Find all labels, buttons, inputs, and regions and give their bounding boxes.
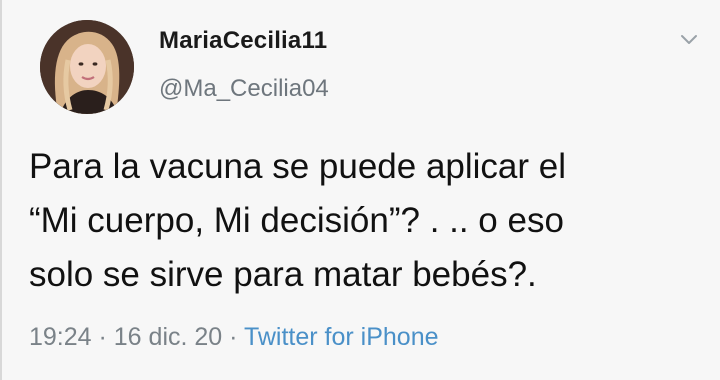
tweet-source-link[interactable]: Twitter for iPhone (244, 323, 439, 351)
display-name[interactable]: MariaCecilia11 (159, 27, 327, 55)
tweet-date[interactable]: 16 dic. 20 (114, 323, 222, 351)
tweet-text-line: solo se sirve para matar bebés?. (29, 255, 537, 294)
tweet-time[interactable]: 19:24 (29, 323, 92, 351)
chevron-down-icon[interactable] (678, 28, 700, 50)
user-handle[interactable]: @Ma_Cecilia04 (159, 75, 329, 103)
avatar[interactable] (40, 20, 134, 114)
tweet-text-line: “Mi cuerpo, Mi decisión”? . .. o eso (29, 201, 564, 240)
meta-separator: · (222, 323, 244, 351)
tweet-meta: 19:24 · 16 dic. 20 · Twitter for iPhone (29, 323, 439, 352)
meta-separator: · (91, 323, 114, 351)
tweet-text: Para la vacuna se puede aplicar el “Mi c… (29, 140, 709, 302)
profile-photo (40, 20, 134, 114)
tweet-text-line: Para la vacuna se puede aplicar el (29, 147, 567, 186)
tweet-card: MariaCecilia11 @Ma_Cecilia04 Para la vac… (0, 0, 720, 380)
